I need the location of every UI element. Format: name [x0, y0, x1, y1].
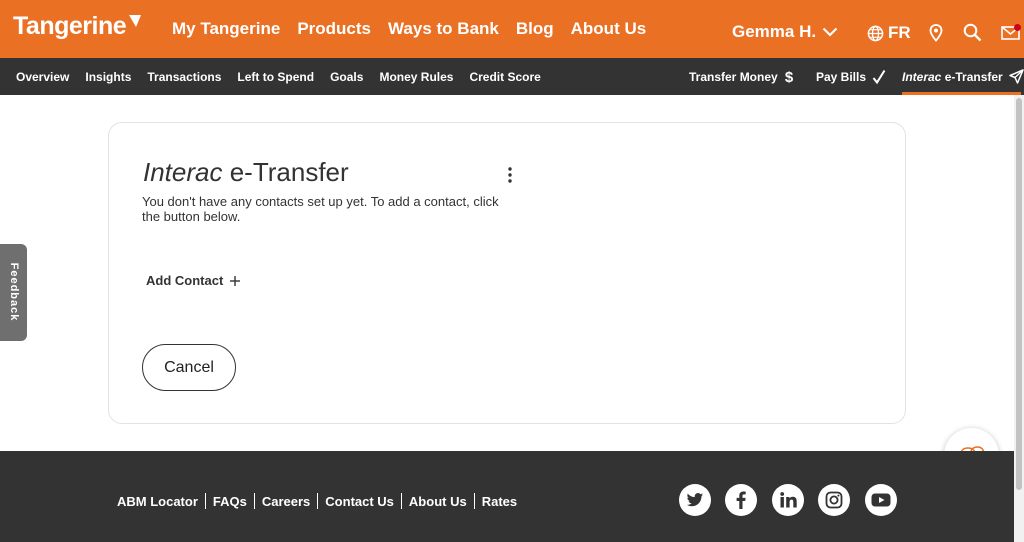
add-contact-label: Add Contact — [146, 273, 224, 288]
checkmark-icon — [872, 69, 886, 84]
youtube-icon[interactable] — [865, 484, 897, 516]
subnav-money-rules[interactable]: Money Rules — [379, 70, 453, 84]
sub-nav-bar: Overview Insights Transactions Left to S… — [0, 58, 1024, 95]
add-contact-button[interactable]: Add Contact — [146, 273, 241, 288]
main-nav: My Tangerine Products Ways to Bank Blog … — [172, 0, 663, 58]
title-rest: e-Transfer — [222, 157, 349, 187]
page-title: Interac e-Transfer — [143, 157, 349, 188]
chevron-down-icon — [822, 27, 838, 37]
user-menu[interactable]: Gemma H. — [732, 0, 838, 64]
sub-nav: Overview Insights Transactions Left to S… — [16, 58, 557, 95]
user-name: Gemma H. — [732, 22, 817, 41]
interac-etransfer-link[interactable]: Interac e-Transfer — [902, 58, 1024, 95]
nav-ways-to-bank[interactable]: Ways to Bank — [388, 19, 499, 39]
language-toggle[interactable]: FR — [867, 0, 911, 66]
plus-icon — [230, 275, 241, 286]
footer-divider — [317, 493, 319, 509]
scrollbar-thumb[interactable] — [1016, 98, 1022, 490]
linkedin-icon[interactable] — [772, 484, 804, 516]
language-label: FR — [888, 23, 911, 42]
cancel-button[interactable]: Cancel — [142, 344, 236, 391]
instagram-icon[interactable] — [818, 484, 850, 516]
facebook-icon[interactable] — [725, 484, 757, 516]
subnav-transactions[interactable]: Transactions — [147, 70, 221, 84]
etransfer-card: Interac e-Transfer You don't have any co… — [108, 122, 906, 424]
footer-divider — [400, 493, 402, 509]
feedback-tab[interactable]: Feedback — [0, 244, 27, 341]
location-pin-icon[interactable] — [929, 24, 943, 42]
svg-text:$: $ — [785, 69, 794, 85]
etransfer-label-interac: Interac — [902, 69, 942, 84]
footer: ABM Locator FAQs Careers Contact Us Abou… — [0, 451, 1014, 542]
transfer-money-label: Transfer Money — [689, 69, 778, 84]
etransfer-label-rest: e-Transfer — [941, 69, 1003, 84]
footer-abm-locator[interactable]: ABM Locator — [117, 494, 198, 509]
footer-divider — [253, 493, 255, 509]
pay-bills-label: Pay Bills — [816, 69, 867, 84]
subnav-goals[interactable]: Goals — [330, 70, 363, 84]
footer-about-us[interactable]: About Us — [409, 494, 467, 509]
dollar-icon: $ — [785, 69, 794, 85]
footer-faqs[interactable]: FAQs — [213, 494, 247, 509]
nav-about-us[interactable]: About Us — [571, 19, 647, 39]
subnav-credit-score[interactable]: Credit Score — [469, 70, 540, 84]
feedback-label: Feedback — [8, 262, 20, 322]
logo-text: Tangerine — [13, 12, 127, 40]
transfer-money-link[interactable]: Transfer Money $ — [689, 58, 794, 95]
globe-icon — [867, 25, 884, 41]
footer-rates[interactable]: Rates — [482, 494, 517, 509]
twitter-icon[interactable] — [679, 484, 711, 516]
nav-products[interactable]: Products — [297, 19, 371, 39]
paper-plane-icon — [1008, 69, 1024, 84]
top-header: Tangerine My Tangerine Products Ways to … — [0, 0, 1024, 58]
footer-divider — [204, 493, 206, 509]
footer-contact-us[interactable]: Contact Us — [325, 494, 394, 509]
title-interac: Interac — [143, 157, 223, 187]
footer-careers[interactable]: Careers — [262, 494, 310, 509]
footer-links: ABM Locator FAQs Careers Contact Us Abou… — [117, 493, 517, 509]
search-icon[interactable] — [963, 23, 982, 42]
tangerine-logo[interactable]: Tangerine — [13, 12, 142, 41]
subnav-insights[interactable]: Insights — [85, 70, 131, 84]
nav-blog[interactable]: Blog — [516, 19, 554, 39]
logo-arrow-icon — [129, 15, 142, 27]
subnav-overview[interactable]: Overview — [16, 70, 69, 84]
subnav-left-to-spend[interactable]: Left to Spend — [237, 70, 314, 84]
nav-my-tangerine[interactable]: My Tangerine — [172, 19, 280, 39]
more-options-icon[interactable] — [503, 165, 517, 185]
active-tab-underline — [902, 92, 1021, 95]
empty-contacts-message: You don't have any contacts set up yet. … — [142, 194, 499, 224]
footer-divider — [473, 493, 475, 509]
notification-dot — [1014, 24, 1021, 31]
pay-bills-link[interactable]: Pay Bills — [816, 58, 886, 95]
